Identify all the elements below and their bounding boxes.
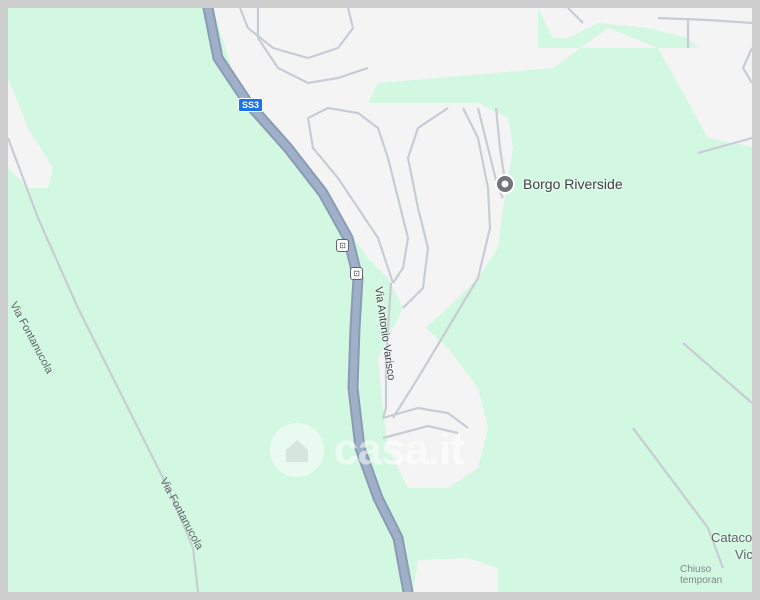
- urban-area-bottom: [413, 558, 498, 592]
- map-canvas[interactable]: SS3 ⊡ ⊡ Via Fontanucola Via Fontanucola …: [8, 8, 752, 592]
- location-pin-icon: [495, 174, 515, 194]
- bus-icon[interactable]: ⊡: [350, 267, 363, 280]
- bus-icon[interactable]: ⊡: [336, 239, 349, 252]
- poi-status-text: Chiuso temporan: [680, 564, 723, 586]
- poi-label-catacombe-line2[interactable]: Vice: [735, 547, 752, 562]
- route-shield-ss3[interactable]: SS3: [238, 98, 264, 112]
- watermark: casa.it: [270, 423, 465, 477]
- urban-area-west: [8, 78, 53, 188]
- urban-area-north: [213, 8, 752, 338]
- watermark-text: casa.it: [334, 425, 465, 474]
- poi-label-borgo-riverside[interactable]: Borgo Riverside: [523, 176, 623, 192]
- poi-label-catacombe-line1[interactable]: Catacom: [711, 530, 752, 545]
- house-icon: [270, 423, 324, 477]
